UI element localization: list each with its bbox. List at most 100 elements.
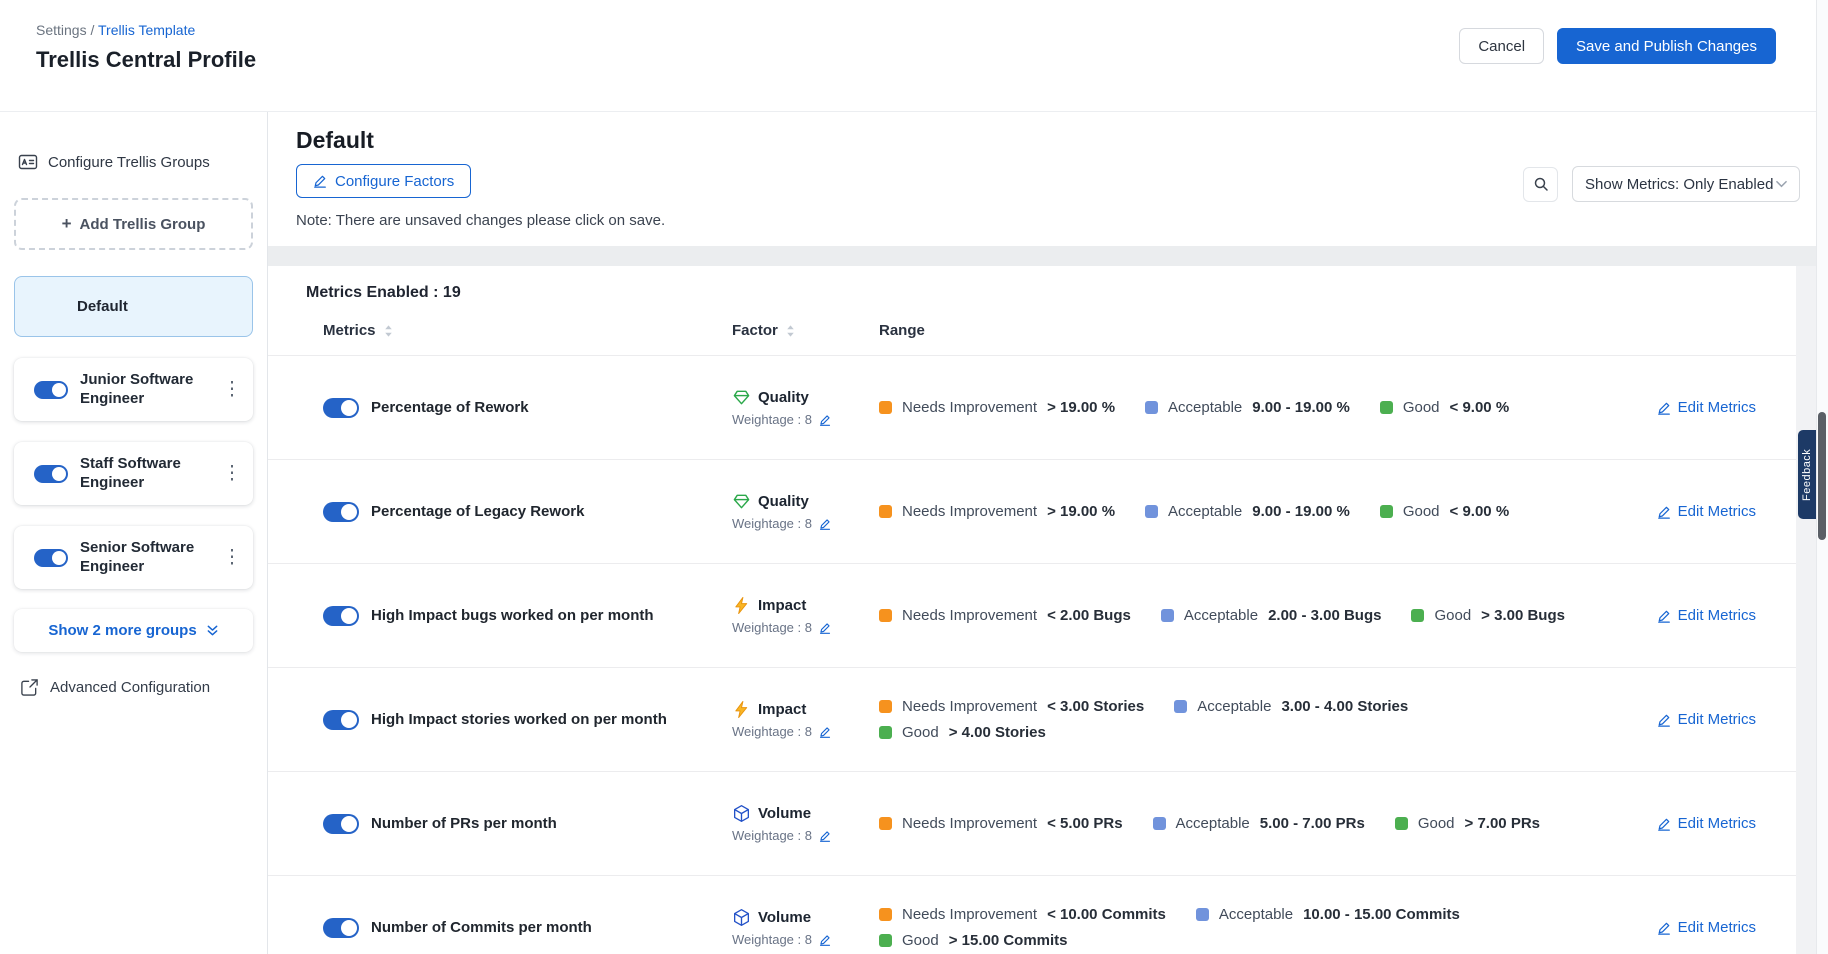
kebab-menu-icon[interactable]: ⋮ (221, 380, 243, 399)
range-chip: Needs Improvement< 2.00 Bugs (879, 607, 1131, 624)
range-value: > 19.00 % (1047, 399, 1115, 416)
metric-toggle[interactable] (323, 814, 359, 834)
edit-metrics-button[interactable]: Edit Metrics (1657, 503, 1756, 520)
edit-weightage-icon[interactable] (819, 518, 831, 530)
add-trellis-group-button[interactable]: + Add Trellis Group (14, 198, 253, 250)
table-row: Number of PRs per month Volume Weightage… (268, 772, 1796, 876)
toolbar-right: Show Metrics: Only Enabled (1523, 166, 1800, 202)
vertical-scrollbar[interactable] (1816, 0, 1828, 954)
trellis-central-profile-page: Settings / Trellis Template Trellis Cent… (0, 0, 1828, 954)
range-chip: Good> 7.00 PRs (1395, 815, 1540, 832)
breadcrumb-trellis-template-link[interactable]: Trellis Template (98, 22, 195, 38)
kebab-menu-icon[interactable]: ⋮ (221, 548, 243, 567)
metric-toggle[interactable] (323, 398, 359, 418)
metric-toggle[interactable] (323, 502, 359, 522)
range-chip: Good< 9.00 % (1380, 399, 1509, 416)
edit-pencil-icon (1657, 817, 1671, 831)
toggle-knob (341, 712, 357, 728)
range-value: 10.00 - 15.00 Commits (1303, 906, 1460, 923)
edit-weightage-icon[interactable] (819, 622, 831, 634)
range-swatch (1380, 505, 1393, 518)
factor-name: Volume (758, 805, 811, 822)
edit-metrics-button[interactable]: Edit Metrics (1657, 607, 1756, 624)
edit-metrics-button[interactable]: Edit Metrics (1657, 919, 1756, 936)
sidebar-item-junior-software-engineer[interactable]: Junior Software Engineer ⋮ (14, 358, 253, 421)
toggle-knob (341, 920, 357, 936)
sidebar-item-default[interactable]: Default (14, 276, 253, 337)
edit-metrics-button[interactable]: Edit Metrics (1657, 399, 1756, 416)
sidebar-item-staff-software-engineer[interactable]: Staff Software Engineer ⋮ (14, 442, 253, 505)
column-header-metrics: Metrics (323, 322, 732, 339)
search-button[interactable] (1523, 167, 1558, 202)
range-value: < 10.00 Commits (1047, 906, 1166, 923)
configure-factors-button[interactable]: Configure Factors (296, 164, 471, 198)
sidebar-item-senior-software-engineer[interactable]: Senior Software Engineer ⋮ (14, 526, 253, 589)
group-page-title: Default (296, 128, 1828, 152)
edit-pencil-icon (1657, 713, 1671, 727)
metric-toggle[interactable] (323, 710, 359, 730)
breadcrumb: Settings / Trellis Template (36, 22, 256, 38)
edit-metrics-button[interactable]: Edit Metrics (1657, 815, 1756, 832)
range-swatch (1145, 401, 1158, 414)
main-content: Default Configure Factors Note: There ar… (268, 112, 1828, 954)
factor-cell: Quality Weightage : 8 (732, 492, 879, 531)
edit-weightage-icon[interactable] (819, 830, 831, 842)
metrics-table-card: Metrics Enabled : 19 Metrics Factor (268, 266, 1796, 954)
metric-toggle[interactable] (323, 918, 359, 938)
range-cell: Needs Improvement> 19.00 % Acceptable9.0… (879, 399, 1606, 416)
feedback-tab[interactable]: Feedback (1798, 430, 1816, 519)
group-toggle[interactable] (34, 549, 68, 567)
factor-name: Impact (758, 597, 806, 614)
column-header-factor: Factor (732, 322, 879, 339)
advanced-configuration-button[interactable]: Advanced Configuration (14, 678, 253, 697)
range-chip: Good> 3.00 Bugs (1411, 607, 1565, 624)
range-swatch (1395, 817, 1408, 830)
edit-metrics-button[interactable]: Edit Metrics (1657, 711, 1756, 728)
plus-icon: + (62, 214, 72, 234)
metric-toggle[interactable] (323, 606, 359, 626)
range-chip: Good> 4.00 Stories (879, 724, 1046, 741)
metric-name: High Impact stories worked on per month (371, 711, 732, 728)
weightage-text: Weightage : 8 (732, 516, 812, 531)
factor-cell: Impact Weightage : 8 (732, 700, 879, 739)
save-and-publish-button[interactable]: Save and Publish Changes (1557, 28, 1776, 64)
edit-weightage-icon[interactable] (819, 414, 831, 426)
cancel-button[interactable]: Cancel (1459, 28, 1544, 64)
range-cell: Needs Improvement< 2.00 Bugs Acceptable2… (879, 607, 1606, 624)
show-metrics-filter-dropdown[interactable]: Show Metrics: Only Enabled (1572, 166, 1800, 202)
group-toggle[interactable] (34, 465, 68, 483)
range-chip: Acceptable2.00 - 3.00 Bugs (1161, 607, 1382, 624)
range-swatch (1145, 505, 1158, 518)
range-value: < 3.00 Stories (1047, 698, 1144, 715)
factor-name: Impact (758, 701, 806, 718)
metrics-enabled-count: Metrics Enabled : 19 (268, 266, 1796, 316)
group-name: Staff Software Engineer (80, 455, 221, 493)
page-body: Configure Trellis Groups + Add Trellis G… (0, 112, 1828, 954)
range-value: > 15.00 Commits (949, 932, 1068, 949)
edit-weightage-icon[interactable] (819, 934, 831, 946)
range-cell: Needs Improvement> 19.00 % Acceptable9.0… (879, 503, 1606, 520)
range-label: Good (1434, 607, 1471, 624)
scrollbar-thumb[interactable] (1818, 412, 1826, 540)
metric-name: Percentage of Rework (371, 399, 732, 416)
sort-icon[interactable] (786, 325, 795, 337)
edit-weightage-icon[interactable] (819, 726, 831, 738)
volume-icon (732, 908, 751, 927)
range-label: Good (1418, 815, 1455, 832)
sort-icon[interactable] (384, 325, 393, 337)
column-header-range: Range (879, 322, 1756, 339)
group-toggle[interactable] (34, 381, 68, 399)
table-row: Percentage of Rework Quality Weightage :… (268, 356, 1796, 460)
range-chip: Acceptable5.00 - 7.00 PRs (1153, 815, 1365, 832)
range-swatch (879, 700, 892, 713)
sidebar-section-label: Configure Trellis Groups (48, 154, 210, 171)
show-more-groups-button[interactable]: Show 2 more groups (14, 609, 253, 652)
range-swatch (879, 401, 892, 414)
add-trellis-group-label: Add Trellis Group (80, 216, 206, 233)
table-header-row: Metrics Factor Range (268, 316, 1796, 356)
search-icon (1533, 176, 1549, 192)
range-label: Good (1403, 503, 1440, 520)
weightage-text: Weightage : 8 (732, 620, 812, 635)
range-chip: Acceptable10.00 - 15.00 Commits (1196, 906, 1460, 923)
kebab-menu-icon[interactable]: ⋮ (221, 464, 243, 483)
